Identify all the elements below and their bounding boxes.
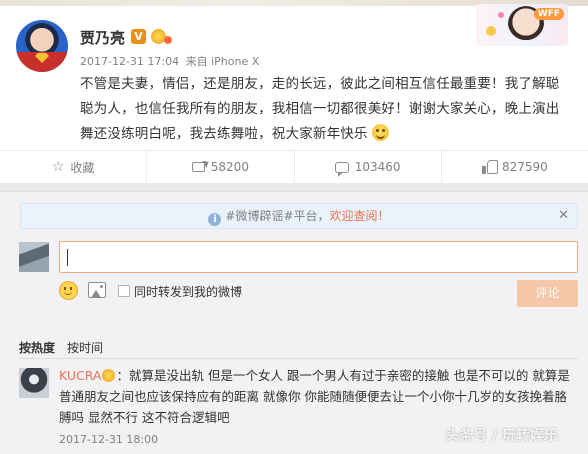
favorite-label: 收藏: [70, 160, 95, 175]
comment-count: 103460: [354, 160, 401, 174]
like-count: 827590: [501, 160, 548, 174]
commenter-name[interactable]: KUCRA: [59, 368, 101, 383]
like-button[interactable]: 827590: [442, 151, 588, 183]
author-avatar[interactable]: [16, 20, 68, 72]
source-watermark: 头条号 / 玩转娱乐: [445, 428, 558, 444]
comment-text: ：就算是没出轨 但是一个女人 跟一个男人有过于亲密的接触 也是不可以的 就算是普…: [59, 368, 570, 425]
close-icon[interactable]: ✕: [558, 204, 569, 228]
comment-sort-tabs: 按热度 按时间: [19, 339, 103, 356]
comment-panel: i #微博辟谣#平台，欢迎查阅！ ✕ 同时转发到我的微博 评论 按热度 按时间 KU…: [0, 191, 588, 454]
rumor-notice-bar: i #微博辟谣#平台，欢迎查阅！ ✕: [20, 203, 578, 229]
tab-sort-by-time[interactable]: 按时间: [67, 341, 103, 355]
commenter-avatar[interactable]: [19, 368, 49, 398]
comment-input[interactable]: [59, 241, 578, 273]
comment-timestamp: 2017-12-31 18:00: [59, 433, 159, 446]
banner-decoration-dot: [498, 12, 504, 18]
post-source[interactable]: 来自 iPhone X: [186, 55, 260, 68]
verified-badge-icon[interactable]: V: [131, 29, 146, 44]
emoji-picker-icon[interactable]: [59, 281, 78, 300]
weibo-post-card: WFF 贾乃亮 V 2017-12-31 17:04 来自 iPhone X 不…: [0, 0, 588, 183]
notice-text: #微博辟谣#平台，: [225, 209, 330, 223]
post-content: 不管是夫妻，情侣，还是朋友，走的长远，彼此之间相互信任最重要！我了解聪聪为人，也…: [80, 72, 572, 147]
comment-button[interactable]: 103460: [295, 151, 442, 183]
comment-item: KUCRA ：就算是没出轨 但是一个女人 跟一个男人有过于亲密的接触 也是不可以的…: [59, 365, 579, 428]
forward-icon: [191, 162, 205, 172]
post-text: 不管是夫妻，情侣，还是朋友，走的长远，彼此之间相互信任最重要！我了解聪聪为人，也…: [80, 76, 560, 142]
smile-emoji-icon: [372, 124, 390, 141]
comment-icon: [334, 161, 349, 177]
repost-button[interactable]: 58200: [147, 151, 295, 183]
promo-banner[interactable]: WFF: [476, 4, 568, 46]
info-icon: i: [208, 213, 222, 226]
post-timestamp[interactable]: 2017-12-31 17:04: [80, 55, 179, 68]
repost-count: 58200: [210, 160, 249, 174]
notice-link[interactable]: 欢迎查阅！: [330, 209, 390, 223]
banner-tag: WFF: [533, 8, 564, 20]
repost-checkbox[interactable]: [118, 285, 130, 297]
author-name[interactable]: 贾乃亮: [80, 27, 125, 48]
text-caret: [67, 249, 68, 266]
star-icon: ☆: [51, 158, 65, 175]
member-level-icon[interactable]: [151, 29, 172, 44]
current-user-avatar[interactable]: [19, 242, 49, 272]
post-action-bar: ☆ 收藏 58200 103460 827590: [0, 150, 588, 183]
tab-sort-by-hot[interactable]: 按热度: [19, 341, 55, 355]
post-meta: 2017-12-31 17:04 来自 iPhone X: [80, 53, 259, 69]
banner-decoration-dot: [486, 26, 496, 36]
like-icon: [481, 159, 498, 174]
repost-checkbox-label[interactable]: 同时转发到我的微博: [134, 283, 242, 300]
image-upload-icon[interactable]: [88, 282, 106, 298]
sort-divider: [19, 358, 578, 359]
submit-comment-button[interactable]: 评论: [517, 280, 578, 307]
favorite-button[interactable]: ☆ 收藏: [0, 151, 148, 183]
member-level-icon: [102, 369, 116, 382]
